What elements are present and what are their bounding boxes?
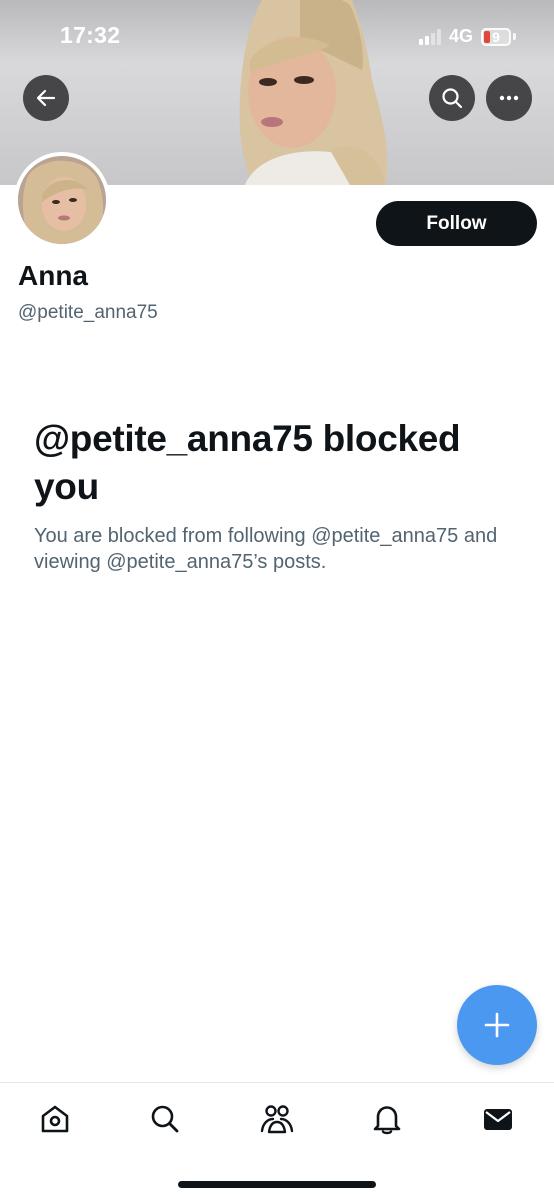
avatar-photo: [18, 156, 106, 244]
home-indicator[interactable]: [178, 1181, 376, 1188]
arrow-left-icon: [36, 89, 56, 107]
status-indicators: 4G 9: [418, 26, 516, 47]
search-icon: [151, 1105, 179, 1133]
tab-communities[interactable]: [257, 1099, 297, 1139]
back-button[interactable]: [23, 75, 69, 121]
more-horizontal-icon: [499, 95, 519, 101]
tab-messages[interactable]: [478, 1099, 518, 1139]
tab-notifications[interactable]: [367, 1099, 407, 1139]
battery-icon: 9: [481, 27, 511, 46]
cellular-signal-icon: [418, 28, 441, 45]
blocked-title: @petite_anna75 blocked you: [34, 418, 461, 507]
tab-explore[interactable]: [145, 1099, 185, 1139]
messages-icon: [484, 1109, 512, 1130]
blocked-description: You are blocked from following @petite_a…: [34, 525, 498, 573]
communities-icon: [260, 1105, 294, 1134]
follow-button[interactable]: Follow: [376, 201, 537, 246]
avatar[interactable]: [14, 152, 110, 248]
plus-icon: [484, 1012, 510, 1038]
profile-handle: @petite_anna75: [18, 302, 158, 323]
battery-cap: [513, 33, 516, 40]
status-time: 17:32: [60, 22, 121, 48]
profile-display-name: Anna: [18, 260, 88, 291]
search-button[interactable]: [429, 75, 475, 121]
network-type: 4G: [448, 26, 473, 46]
compose-button[interactable]: [457, 985, 537, 1065]
battery-level: 9: [492, 28, 500, 45]
notifications-icon: [373, 1106, 401, 1135]
tab-home[interactable]: [35, 1099, 75, 1139]
search-icon: [442, 88, 463, 109]
home-icon: [41, 1105, 69, 1133]
more-options-button[interactable]: [486, 75, 532, 121]
